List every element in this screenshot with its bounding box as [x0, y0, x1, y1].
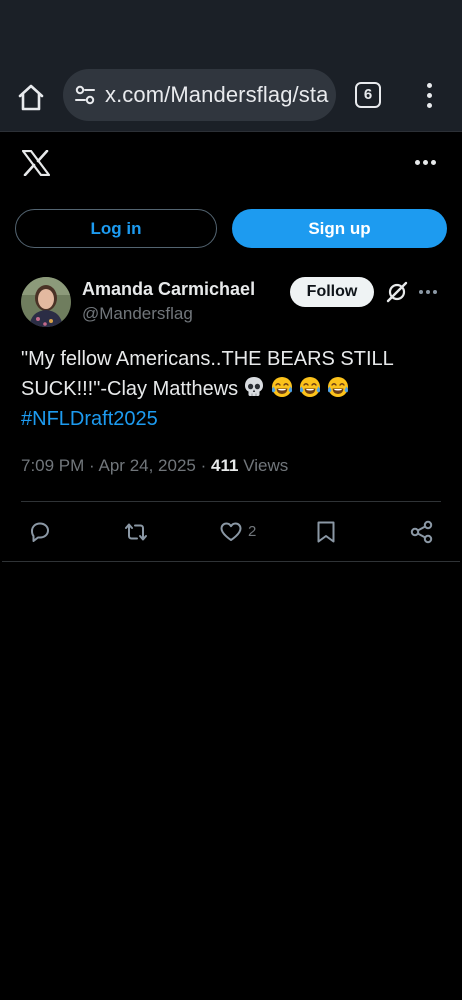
like-button[interactable]: 2	[218, 519, 268, 545]
browser-toolbar: x.com/Mandersflag/sta 6	[0, 62, 462, 132]
x-logo-icon[interactable]	[21, 149, 51, 177]
views-label: Views	[243, 456, 289, 475]
follow-button[interactable]: Follow	[290, 277, 374, 307]
signup-button[interactable]: Sign up	[232, 209, 447, 248]
status-bar	[0, 0, 462, 62]
bookmark-icon	[317, 521, 335, 543]
tears-of-joy-emoji	[300, 377, 321, 397]
tweet-meta: 7:09 PM · Apr 24, 2025 · 411 Views	[21, 456, 288, 476]
tweet-text-line-2: SUCK!!!"-Clay Matthews	[21, 374, 441, 404]
site-settings-icon[interactable]	[74, 84, 96, 106]
divider	[21, 501, 441, 502]
tweet-time[interactable]: 7:09 PM	[21, 456, 84, 475]
heart-icon	[220, 522, 242, 541]
views-count: 411	[211, 456, 239, 475]
browser-menu-icon[interactable]	[420, 82, 440, 110]
address-bar[interactable]: x.com/Mandersflag/sta	[63, 69, 336, 121]
divider	[2, 561, 460, 562]
author-handle[interactable]: @Mandersflag	[82, 304, 193, 324]
tweet-text: "My fellow Americans..THE BEARS STILL SU…	[21, 344, 441, 434]
tears-of-joy-emoji	[328, 377, 349, 397]
hashtag-link[interactable]: #NFLDraft2025	[21, 404, 441, 434]
share-button[interactable]	[409, 519, 435, 545]
retweet-button[interactable]	[122, 519, 150, 545]
tab-switcher-button[interactable]: 6	[355, 82, 381, 108]
share-icon	[410, 520, 433, 544]
skull-emoji	[245, 377, 264, 396]
like-count: 2	[248, 523, 257, 540]
meta-separator: ·	[89, 456, 95, 475]
tears-of-joy-emoji	[272, 377, 293, 397]
login-button[interactable]: Log in	[15, 209, 217, 248]
bookmark-button[interactable]	[315, 519, 337, 545]
author-name[interactable]: Amanda Carmichael	[82, 279, 255, 300]
home-icon[interactable]	[14, 82, 48, 112]
grok-icon[interactable]	[386, 281, 408, 303]
reply-button[interactable]	[27, 519, 53, 545]
reply-icon	[31, 522, 49, 542]
tweet-text-line-2-text: SUCK!!!"-Clay Matthews	[21, 378, 239, 400]
url-text[interactable]: x.com/Mandersflag/sta	[105, 82, 328, 108]
retweet-icon	[125, 523, 147, 541]
tweet-text-line-1: "My fellow Americans..THE BEARS STILL	[21, 348, 394, 370]
tweet-date[interactable]: Apr 24, 2025	[99, 456, 196, 475]
meta-separator: ·	[200, 456, 207, 475]
more-options-icon[interactable]	[415, 160, 437, 168]
tweet-more-icon[interactable]	[419, 290, 439, 295]
avatar[interactable]	[21, 277, 71, 327]
